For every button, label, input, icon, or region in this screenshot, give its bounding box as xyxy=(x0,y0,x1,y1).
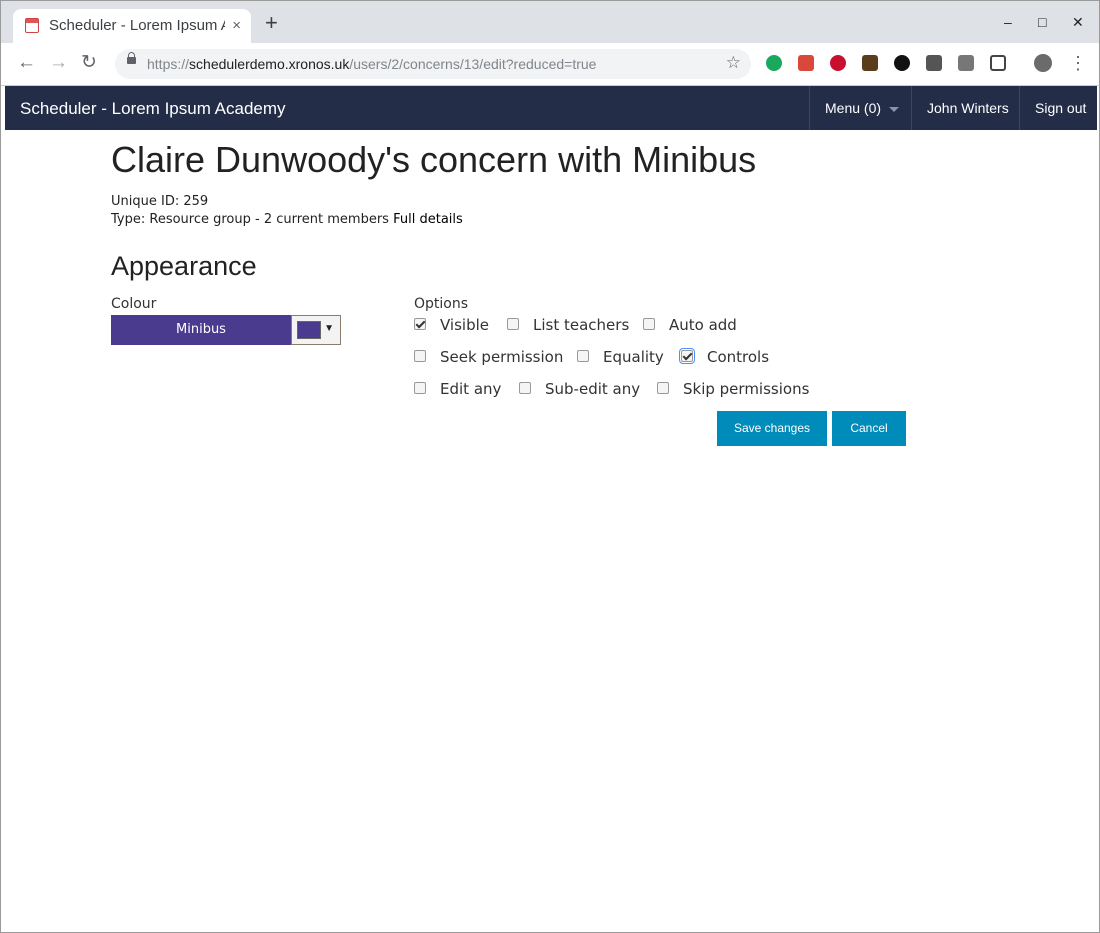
home-icon[interactable] xyxy=(862,55,878,71)
menu-dropdown[interactable]: Menu (0) xyxy=(809,86,911,130)
browser-menu-icon[interactable]: ⋮ xyxy=(1069,53,1087,73)
url-text: https://schedulerdemo.xronos.uk/users/2/… xyxy=(147,56,597,72)
app-brand[interactable]: Scheduler - Lorem Ipsum Academy xyxy=(20,99,286,119)
lock-icon xyxy=(127,52,136,64)
colour-swatch: Minibus xyxy=(111,315,291,345)
type-line: Type: Resource group - 2 current members… xyxy=(111,212,463,227)
sub-edit-any-checkbox[interactable] xyxy=(519,382,531,394)
user-name: John Winters xyxy=(927,100,1009,116)
browser-tab[interactable]: Scheduler - Lorem Ipsum Academy × xyxy=(13,9,251,43)
mail-icon[interactable] xyxy=(958,55,974,71)
controls-label: Controls xyxy=(707,348,770,366)
forward-icon[interactable]: → xyxy=(49,53,68,73)
edit-any-checkbox[interactable] xyxy=(414,382,426,394)
tab-title: Scheduler - Lorem Ipsum Academy xyxy=(49,17,225,34)
equality-label: Equality xyxy=(603,348,664,366)
visible-label: Visible xyxy=(440,316,489,334)
address-bar[interactable]: https://schedulerdemo.xronos.uk/users/2/… xyxy=(115,49,751,79)
page-title: Claire Dunwoody's concern with Minibus xyxy=(111,139,757,180)
type-text: Type: Resource group - 2 current members xyxy=(111,212,389,227)
skip-permissions-label: Skip permissions xyxy=(683,380,810,398)
colour-picker[interactable]: ▼ xyxy=(291,315,341,345)
auto-add-checkbox[interactable] xyxy=(643,318,655,330)
bookmark-star-icon[interactable]: ☆ xyxy=(726,53,741,73)
chevron-down-icon xyxy=(889,106,900,112)
edit-any-label: Edit any xyxy=(440,380,502,398)
seek-permission-checkbox[interactable] xyxy=(414,350,426,362)
gnome-icon[interactable] xyxy=(894,55,910,71)
options-label: Options xyxy=(414,296,469,312)
list-teachers-checkbox[interactable] xyxy=(507,318,519,330)
sign-out-label: Sign out xyxy=(1035,100,1087,116)
maximize-icon[interactable]: □ xyxy=(1038,14,1046,30)
auto-add-label: Auto add xyxy=(669,316,737,334)
reload-icon[interactable]: ↻ xyxy=(81,53,97,73)
appearance-heading: Appearance xyxy=(111,251,257,281)
lastpass-icon[interactable] xyxy=(926,55,942,71)
pdf-icon[interactable] xyxy=(798,55,814,71)
evernote-icon[interactable] xyxy=(766,55,782,71)
controls-checkbox[interactable] xyxy=(679,348,695,364)
calendar-favicon-icon xyxy=(25,18,39,33)
seek-permission-label: Seek permission xyxy=(440,348,564,366)
colour-label: Colour xyxy=(111,296,157,312)
unique-id: Unique ID: 259 xyxy=(111,194,209,209)
user-name-link[interactable]: John Winters xyxy=(911,86,1019,130)
save-changes-button[interactable]: Save changes xyxy=(717,411,827,446)
cancel-button[interactable]: Cancel xyxy=(832,411,906,446)
app-navbar: Scheduler - Lorem Ipsum Academy Menu (0)… xyxy=(5,86,1097,130)
skip-permissions-checkbox[interactable] xyxy=(657,382,669,394)
colour-chip xyxy=(297,321,321,339)
tab-close-icon[interactable]: × xyxy=(232,17,241,34)
browser-toolbar: ← → ↻ https://schedulerdemo.xronos.uk/us… xyxy=(1,43,1099,86)
sub-edit-any-label: Sub-edit any xyxy=(545,380,641,398)
list-teachers-label: List teachers xyxy=(533,316,630,334)
minimize-icon[interactable]: – xyxy=(1004,14,1012,30)
menu-label: Menu (0) xyxy=(825,100,882,116)
profile-avatar[interactable] xyxy=(1034,54,1052,72)
browser-window: Scheduler - Lorem Ipsum Academy × + – □ … xyxy=(0,0,1100,933)
screenshot-icon[interactable] xyxy=(990,55,1006,71)
close-window-icon[interactable]: ✕ xyxy=(1072,14,1084,30)
new-tab-button[interactable]: + xyxy=(265,12,278,34)
back-icon[interactable]: ← xyxy=(17,53,36,73)
equality-checkbox[interactable] xyxy=(577,350,589,362)
dropdown-arrow-icon: ▼ xyxy=(324,323,334,334)
visible-checkbox[interactable] xyxy=(414,318,426,330)
tab-strip: Scheduler - Lorem Ipsum Academy × + – □ … xyxy=(1,1,1099,43)
adblock-plus-icon[interactable] xyxy=(830,55,846,71)
sign-out-link[interactable]: Sign out xyxy=(1019,86,1097,130)
full-details-link[interactable]: Full details xyxy=(393,212,463,227)
